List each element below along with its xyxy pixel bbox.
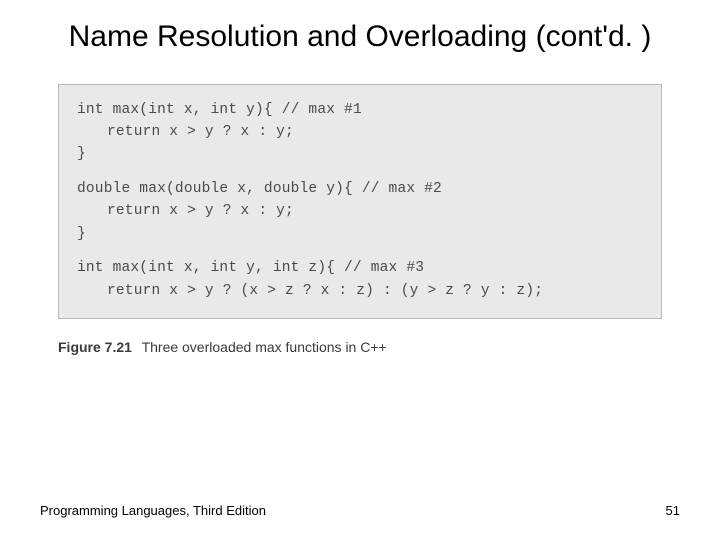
function-max-2: double max(double x, double y){ // max #… xyxy=(77,178,643,245)
code-line: int max(int x, int y, int z){ // max #3 xyxy=(77,260,424,276)
code-line: int max(int x, int y){ // max #1 xyxy=(77,102,362,118)
figure-caption-text: Three overloaded max functions in C++ xyxy=(142,339,387,355)
code-line: return x > y ? x : y; xyxy=(77,121,643,143)
function-max-3: int max(int x, int y, int z){ // max #3 … xyxy=(77,257,643,302)
slide-footer: Programming Languages, Third Edition 51 xyxy=(40,503,680,518)
page-number: 51 xyxy=(666,503,680,518)
footer-book-title: Programming Languages, Third Edition xyxy=(40,503,266,518)
function-max-1: int max(int x, int y){ // max #1 return … xyxy=(77,99,643,166)
code-line: } xyxy=(77,146,86,162)
figure-label: Figure 7.21 xyxy=(58,339,132,355)
figure-caption: Figure 7.21 Three overloaded max functio… xyxy=(58,339,662,355)
slide: Name Resolution and Overloading (cont'd.… xyxy=(0,0,720,540)
page-title: Name Resolution and Overloading (cont'd.… xyxy=(40,18,680,56)
code-line: return x > y ? x : y; xyxy=(77,200,643,222)
code-line: } xyxy=(77,226,86,242)
code-listing: int max(int x, int y){ // max #1 return … xyxy=(58,84,662,320)
code-line: double max(double x, double y){ // max #… xyxy=(77,181,442,197)
code-line: return x > y ? (x > z ? x : z) : (y > z … xyxy=(77,280,643,302)
